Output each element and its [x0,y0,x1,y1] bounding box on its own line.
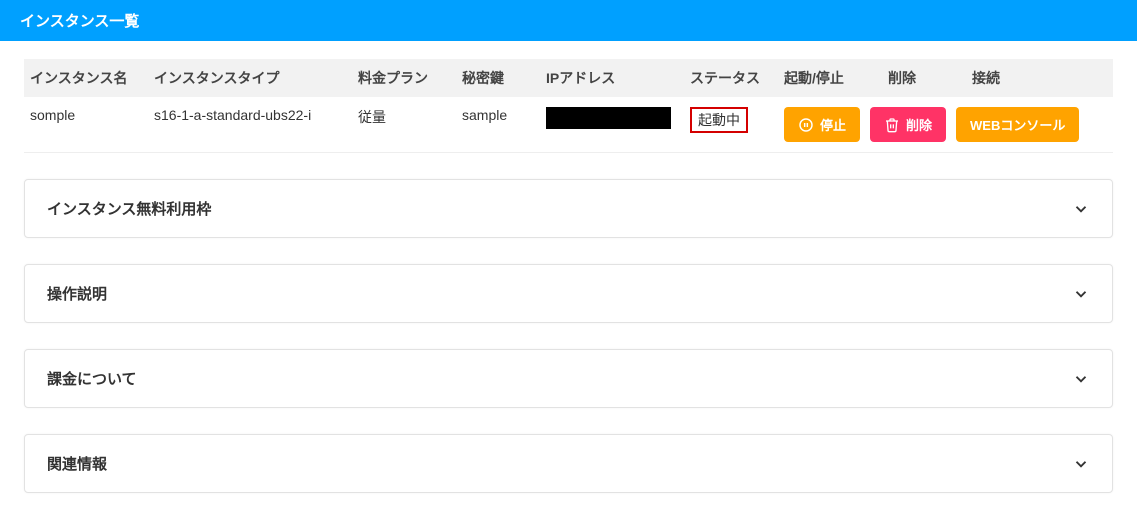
cell-actions: 停止 削除 WEBコンソール [784,107,1107,142]
chevron-down-icon [1072,200,1090,218]
accordion-related: 関連情報 [24,434,1113,493]
cell-instance-type: s16-1-a-standard-ubs22-i [154,107,354,123]
chevron-down-icon [1072,455,1090,473]
table-header-row: インスタンス名 インスタンスタイプ 料金プラン 秘密鍵 IPアドレス ステータス… [24,59,1113,97]
accordion-header[interactable]: 課金について [25,350,1112,407]
console-label: WEBコンソール [970,115,1065,134]
col-delete: 削除 [888,69,968,87]
pause-icon [798,117,814,133]
accordion-header[interactable]: インスタンス無料利用枠 [25,180,1112,237]
cell-secret-key: sample [462,107,542,123]
cell-plan: 従量 [358,107,458,127]
col-status: ステータス [690,69,780,87]
page-title: インスタンス一覧 [20,13,139,30]
delete-button[interactable]: 削除 [870,107,946,142]
col-instance-type: インスタンスタイプ [154,69,354,87]
col-ip-address: IPアドレス [546,69,686,87]
chevron-down-icon [1072,370,1090,388]
instance-table: インスタンス名 インスタンスタイプ 料金プラン 秘密鍵 IPアドレス ステータス… [24,59,1113,153]
web-console-button[interactable]: WEBコンソール [956,107,1079,142]
accordion-title: 課金について [47,368,137,389]
col-start-stop: 起動/停止 [784,69,884,87]
col-plan: 料金プラン [358,69,458,87]
ip-redacted [546,107,671,129]
col-actions: 起動/停止 削除 接続 [784,69,1107,87]
table-row: somple s16-1-a-standard-ubs22-i 従量 sampl… [24,97,1113,153]
accordion-title: 操作説明 [47,283,107,304]
stop-button[interactable]: 停止 [784,107,860,142]
accordion-billing: 課金について [24,349,1113,408]
stop-label: 停止 [820,115,846,134]
accordion-operation: 操作説明 [24,264,1113,323]
col-instance-name: インスタンス名 [30,69,150,87]
status-badge: 起動中 [690,107,748,133]
cell-instance-name: somple [30,107,150,123]
accordion-free-tier: インスタンス無料利用枠 [24,179,1113,238]
accordion-title: 関連情報 [47,453,107,474]
cell-status: 起動中 [690,107,780,133]
trash-icon [884,117,900,133]
accordion-header[interactable]: 関連情報 [25,435,1112,492]
page-header: インスタンス一覧 [0,0,1137,41]
cell-ip-address [546,107,686,132]
col-connect: 接続 [972,69,1107,87]
accordion-header[interactable]: 操作説明 [25,265,1112,322]
content-area: インスタンス名 インスタンスタイプ 料金プラン 秘密鍵 IPアドレス ステータス… [0,59,1137,493]
accordion-title: インスタンス無料利用枠 [47,198,211,219]
col-secret-key: 秘密鍵 [462,69,542,87]
delete-label: 削除 [906,115,932,134]
chevron-down-icon [1072,285,1090,303]
